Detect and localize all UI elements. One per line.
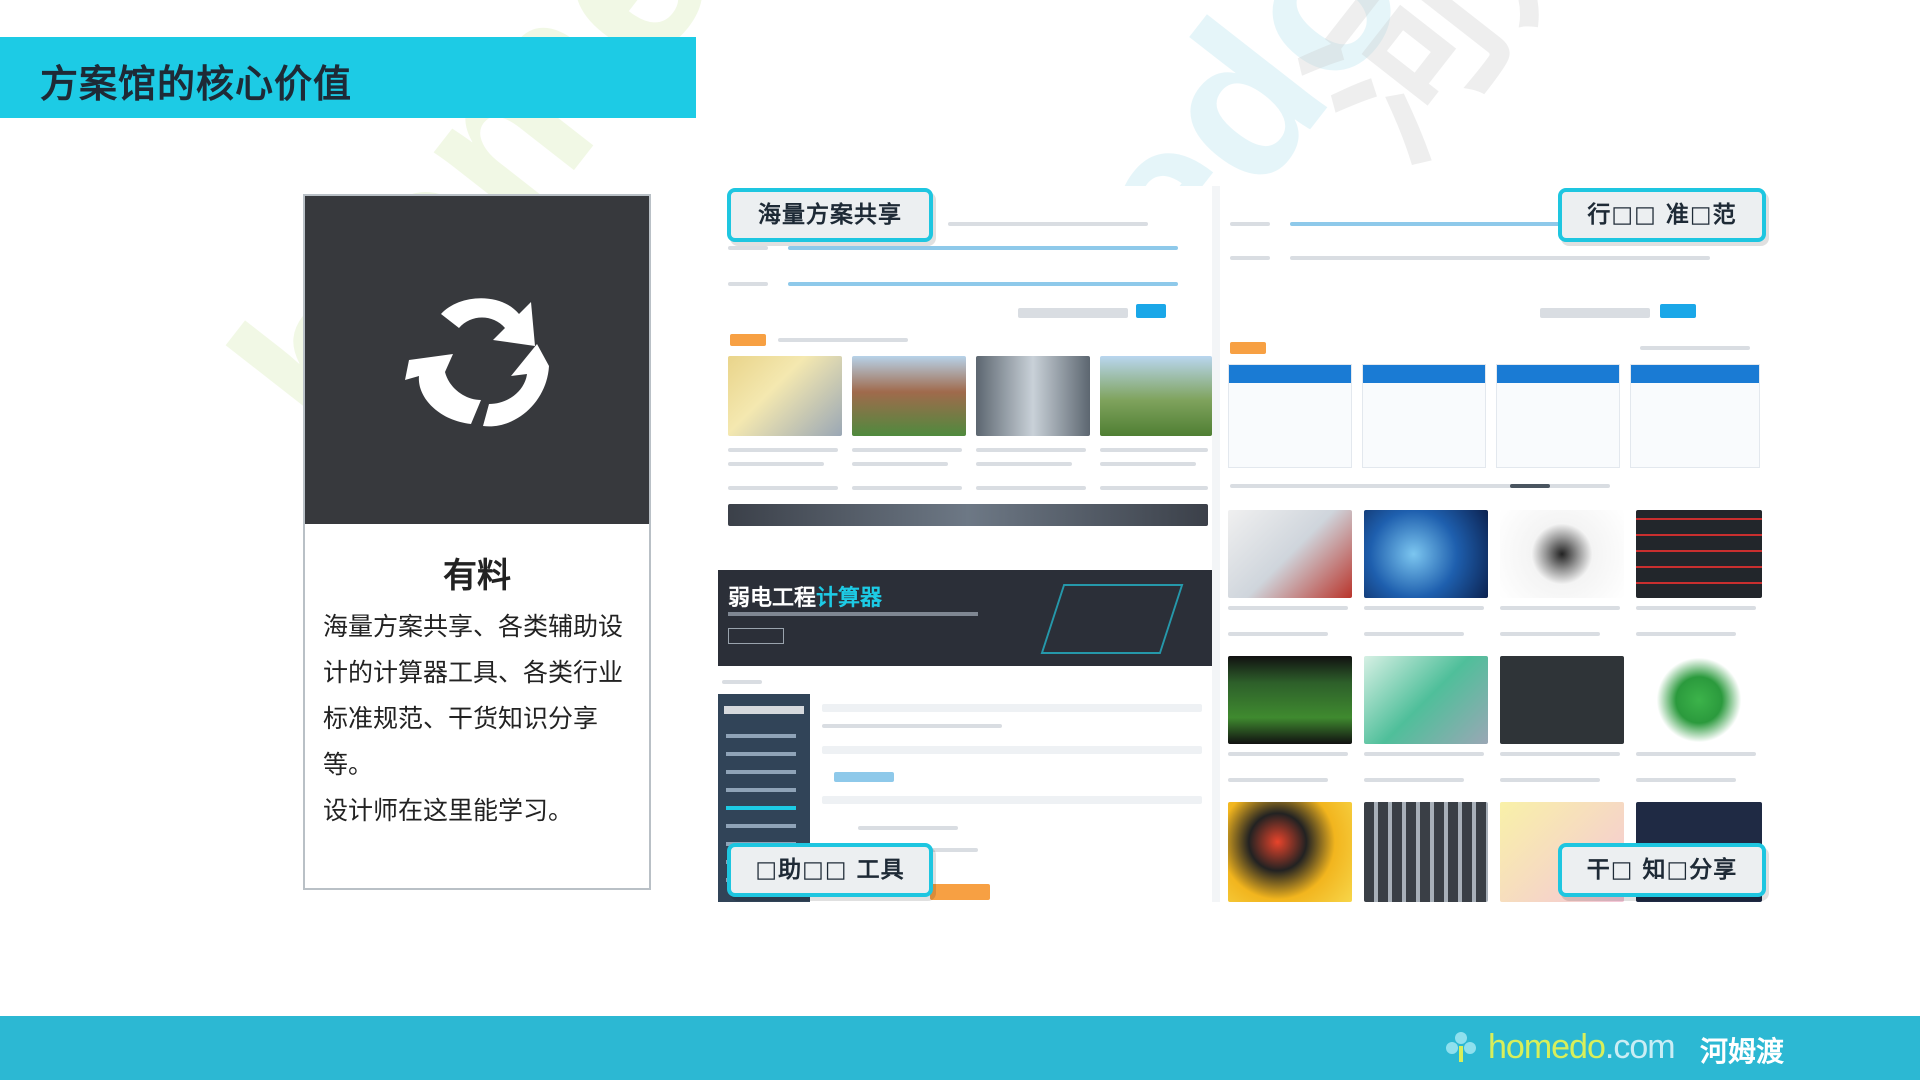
article-thumbnail [1228, 656, 1352, 744]
watermark-text: 河姆渡 [1240, 0, 1778, 201]
description-line: 标准规范、干货知识分享 [323, 704, 599, 733]
recycle-arrows-icon [405, 298, 549, 427]
article-thumbnail [1228, 510, 1352, 598]
banner-title-accent: 计算器 [816, 586, 883, 611]
standard-card [1630, 364, 1760, 468]
scheme-thumbnail [852, 356, 966, 436]
page-title: 方案馆的核心价值 [40, 62, 353, 106]
article-thumbnail [1500, 510, 1624, 598]
description-line: 设计师在这里能学习。 [323, 796, 574, 825]
banner-title: 弱电工程 [728, 586, 817, 611]
callout-industry-standards: 行□□ 准□范 [1558, 188, 1766, 242]
homedo-logo-text: homedo.com [1488, 1028, 1676, 1067]
knowledge-panel [1220, 472, 1770, 902]
description-line: 海量方案共享、各类辅助设 [323, 612, 624, 641]
website-screenshot-collage: 弱电工程计算器 [718, 186, 1770, 902]
homedo-logo-chinese: 河姆渡 [1700, 1035, 1785, 1068]
description-line: 计的计算器工具、各类行业 [323, 658, 624, 687]
callout-knowledge-sharing: 干□ 知□分享 [1558, 843, 1766, 897]
standard-card [1496, 364, 1620, 468]
feature-card-description: 海量方案共享、各类辅助设 计的计算器工具、各类行业 标准规范、干货知识分享 等。… [323, 604, 641, 834]
standard-card [1228, 364, 1352, 468]
standard-card [1362, 364, 1486, 468]
feature-card-header [305, 196, 649, 524]
callout-scheme-sharing: 海量方案共享 [727, 188, 933, 242]
description-line: 等。 [323, 750, 374, 779]
feature-card-heading: 有料 [443, 556, 511, 596]
feature-card: 有料 海量方案共享、各类辅助设 计的计算器工具、各类行业 标准规范、干货知识分享… [303, 194, 651, 890]
scheme-thumbnail [728, 356, 842, 436]
logo-text-suffix: .com [1604, 1028, 1676, 1066]
article-thumbnail [1364, 510, 1488, 598]
callout-design-tools: □助□□ 工具 [727, 843, 933, 897]
article-thumbnail [1636, 510, 1762, 598]
article-thumbnail [1500, 656, 1624, 744]
logo-text-primary: homedo [1488, 1028, 1606, 1066]
homedo-logo-icon [1446, 1032, 1476, 1062]
scheme-thumbnail [976, 356, 1090, 436]
article-thumbnail [1364, 802, 1488, 902]
article-thumbnail [1228, 802, 1352, 902]
scheme-thumbnail [1100, 356, 1212, 436]
calculator-banner: 弱电工程计算器 [718, 570, 1212, 666]
article-thumbnail [1364, 656, 1488, 744]
footer-bar: homedo.com 河姆渡 [0, 1016, 1920, 1080]
title-bar: 方案馆的核心价值 [0, 37, 696, 118]
article-thumbnail [1636, 656, 1762, 744]
